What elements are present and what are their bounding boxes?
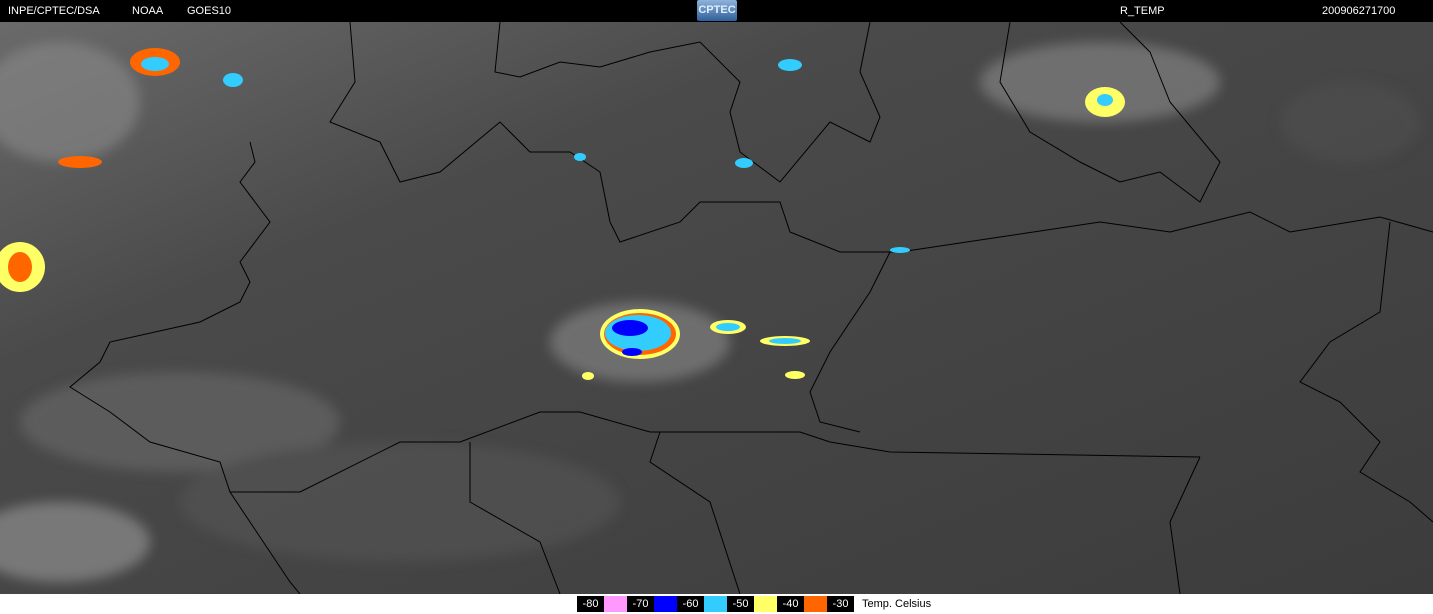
datetime-label: 200906271700 bbox=[1322, 5, 1396, 17]
legend-unit: Temp. Celsius bbox=[862, 598, 932, 610]
temperature-legend: -80 -70 -60 -50 -40 -30 Temp. Celsius bbox=[577, 596, 931, 612]
legend-swatch-yellow bbox=[754, 596, 777, 612]
legend-label: -80 bbox=[577, 596, 604, 612]
legend-swatch-pink bbox=[604, 596, 627, 612]
legend-swatch-orange bbox=[804, 596, 827, 612]
legend-label: -30 bbox=[827, 596, 854, 612]
agency-label: NOAA bbox=[132, 5, 164, 17]
satellite-map bbox=[0, 22, 1433, 594]
legend-label: -60 bbox=[677, 596, 704, 612]
satellite-label: GOES10 bbox=[187, 5, 232, 17]
source-label: INPE/CPTEC/DSA bbox=[8, 5, 100, 17]
legend-label: -50 bbox=[727, 596, 754, 612]
legend-label: -70 bbox=[627, 596, 654, 612]
legend-swatch-blue bbox=[654, 596, 677, 612]
header-bar: INPE/CPTEC/DSA NOAA GOES10 CPTEC R_TEMP … bbox=[0, 0, 1433, 22]
legend-swatch-cyan bbox=[704, 596, 727, 612]
product-label: R_TEMP bbox=[1120, 5, 1165, 17]
cptec-logo: CPTEC bbox=[697, 0, 737, 21]
legend-label: -40 bbox=[777, 596, 804, 612]
